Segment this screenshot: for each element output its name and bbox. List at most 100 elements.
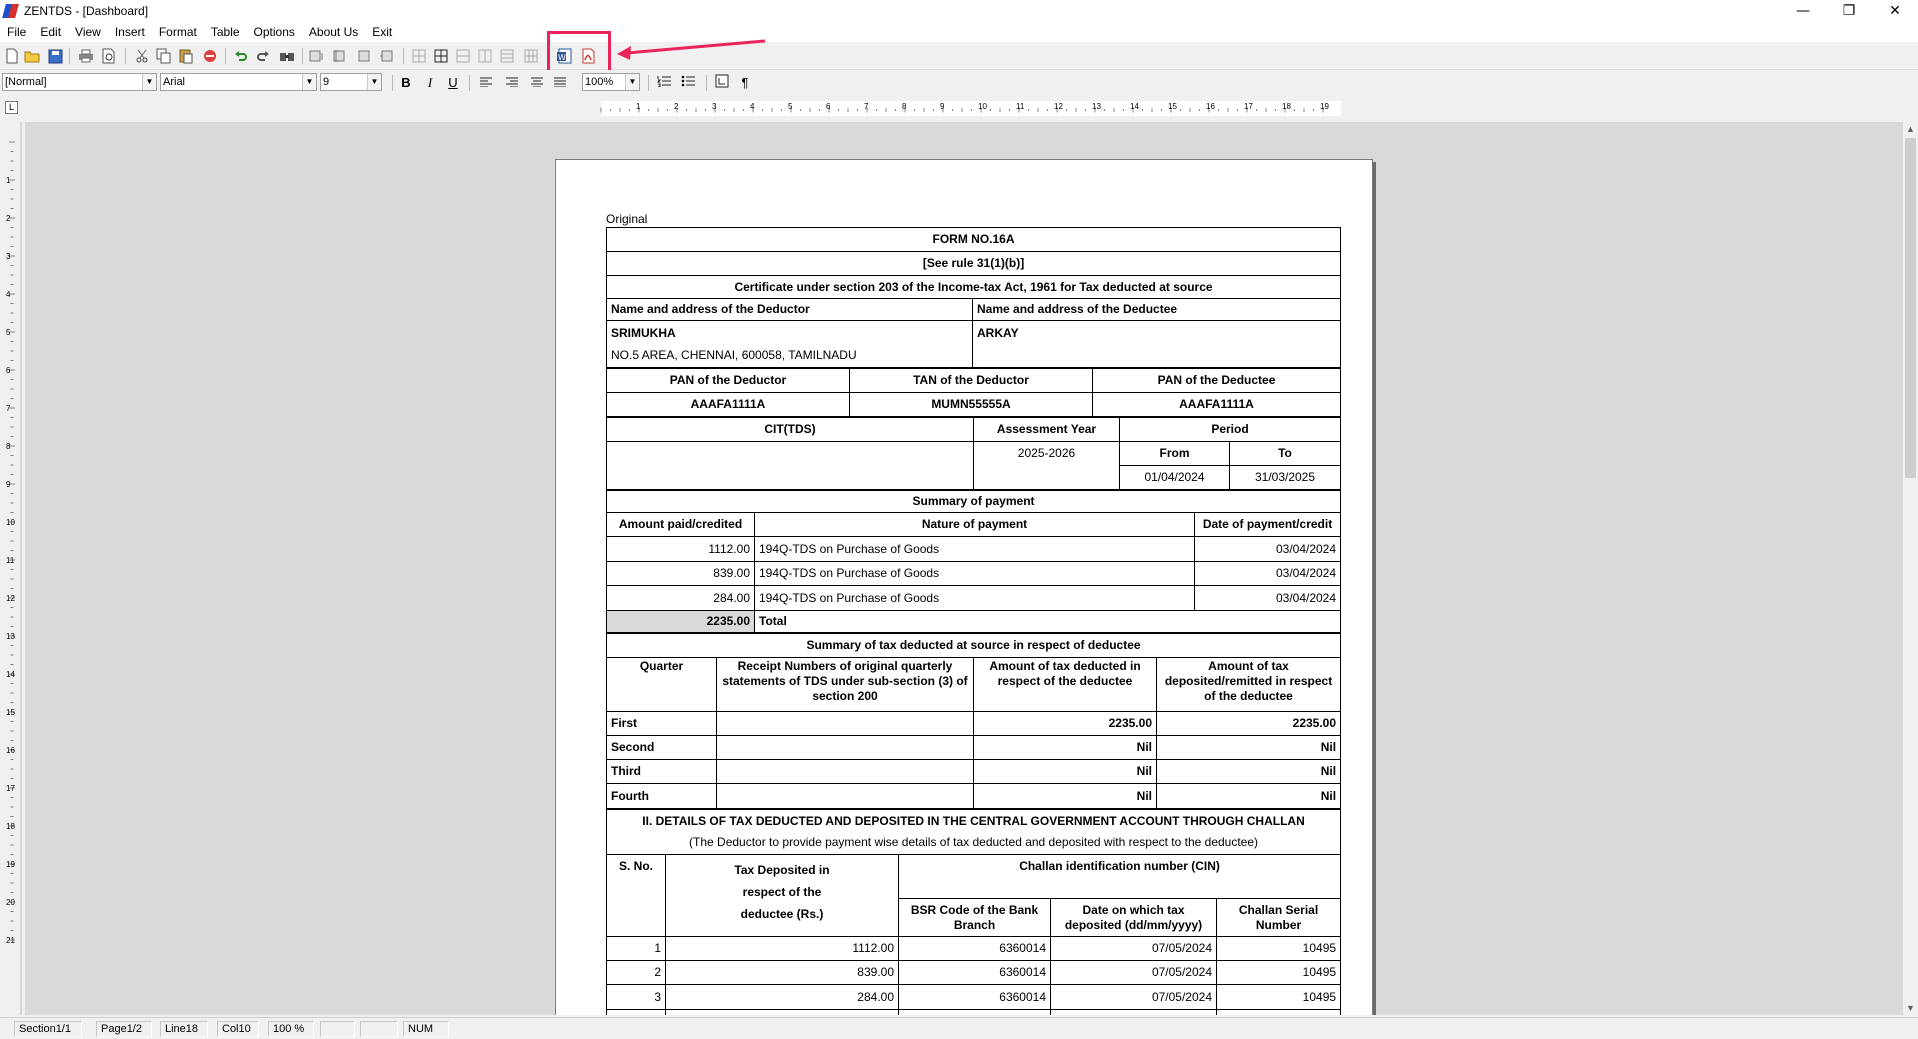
assessment-year-value[interactable]: 2025-2026: [973, 441, 1120, 490]
table-row[interactable]: 1112.00 194Q-TDS on Purchase of Goods 03…: [606, 536, 1342, 562]
scroll-down-icon[interactable]: ▼: [1903, 1001, 1918, 1015]
table-borders-icon[interactable]: [432, 47, 450, 65]
table-row[interactable]: 3 284.00 6360014 07/05/2024 10495: [606, 984, 1342, 1010]
pan-tan-table: PAN of the Deductor TAN of the Deductor …: [606, 368, 1341, 417]
challan-title: II. DETAILS OF TAX DEDUCTED AND DEPOSITE…: [642, 814, 1305, 828]
style-select[interactable]: [Normal] ▼: [2, 73, 157, 91]
ruler-label: 10: [6, 518, 15, 527]
undo-icon[interactable]: [232, 47, 250, 65]
tax-deposited-respect-header: Tax Deposited in respect of the deductee (…: [665, 854, 899, 937]
insert-table-icon[interactable]: [410, 47, 428, 65]
split-cells-icon[interactable]: [476, 47, 494, 65]
total-label: Total: [753, 610, 1342, 633]
zoom-select[interactable]: 100% ▼: [582, 73, 640, 91]
numbered-list-icon[interactable]: [654, 74, 674, 92]
pan-deductee-value[interactable]: AAAFA1111A: [1092, 392, 1341, 417]
justify-icon[interactable]: [550, 74, 570, 92]
horizontal-ruler-scale[interactable]: 1 2 3 4 5 6 7 8 9 10 11 12 13 14 15 16 17 18 19: [556, 100, 1370, 117]
serial-no-header: S. No.: [606, 854, 666, 937]
bullet-list-icon[interactable]: [678, 74, 698, 92]
minimize-button[interactable]: —: [1780, 0, 1826, 22]
table-row[interactable]: Third Nil Nil: [606, 759, 1342, 784]
ruler-label: 12: [1054, 102, 1063, 111]
table-row[interactable]: First 2235.00 2235.00: [606, 711, 1342, 736]
insert-row-icon[interactable]: [498, 47, 516, 65]
status-page: Page1/2: [96, 1021, 152, 1037]
cut-icon[interactable]: [133, 47, 151, 65]
table-tool-2-icon[interactable]: [332, 47, 350, 65]
align-center-icon[interactable]: [527, 74, 547, 92]
underline-button[interactable]: U: [443, 74, 463, 92]
table-row[interactable]: Fourth Nil Nil: [606, 783, 1342, 809]
merge-cells-icon[interactable]: [454, 47, 472, 65]
amount-paid-header: Amount paid/credited: [606, 512, 755, 537]
menu-file[interactable]: File: [0, 22, 33, 42]
table-row[interactable]: 284.00 194Q-TDS on Purchase of Goods 03/…: [606, 585, 1342, 611]
chevron-down-icon: ▼: [142, 74, 156, 90]
align-left-icon[interactable]: [476, 74, 496, 92]
ruler-label: 13: [6, 632, 15, 641]
ruler-label: 17: [6, 784, 15, 793]
print-preview-icon[interactable]: [100, 47, 118, 65]
table-tool-1-icon[interactable]: [308, 47, 326, 65]
vertical-scrollbar[interactable]: ▲ ▼: [1903, 122, 1918, 1015]
table-row[interactable]: 1 1112.00 6360014 07/05/2024 10495: [606, 936, 1342, 961]
ruler-label: 3: [712, 102, 717, 111]
status-num-lock: NUM: [403, 1021, 449, 1037]
table-row[interactable]: 839.00 194Q-TDS on Purchase of Goods 03/…: [606, 561, 1342, 586]
open-folder-icon[interactable]: [23, 47, 41, 65]
ruler-label: 9: [940, 102, 945, 111]
deductor-details[interactable]: SRIMUKHA NO.5 AREA, CHENNAI, 600058, TAMI…: [606, 320, 973, 368]
align-right-icon[interactable]: [502, 74, 522, 92]
document-page[interactable]: Original FORM NO.16A [See rule 31(1)(b)]…: [555, 159, 1373, 1015]
cit-value[interactable]: [606, 441, 974, 490]
restore-button[interactable]: ❐: [1826, 0, 1872, 22]
font-size-select[interactable]: 9 ▼: [320, 73, 382, 91]
document-canvas[interactable]: Original FORM NO.16A [See rule 31(1)(b)]…: [25, 122, 1903, 1015]
table-tool-3-icon[interactable]: [355, 47, 373, 65]
scroll-up-icon[interactable]: ▲: [1903, 122, 1918, 136]
table-row[interactable]: Second Nil Nil: [606, 735, 1342, 760]
period-from-value[interactable]: 01/04/2024: [1119, 465, 1230, 490]
period-from-header: From: [1119, 441, 1230, 466]
show-formatting-button[interactable]: ¶: [735, 74, 755, 92]
find-icon[interactable]: [278, 47, 296, 65]
quarter-receipt: [716, 759, 974, 784]
tan-deductor-value[interactable]: MUMN55555A: [849, 392, 1093, 417]
menu-format[interactable]: Format: [152, 22, 204, 42]
menu-edit[interactable]: Edit: [33, 22, 68, 42]
menu-exit[interactable]: Exit: [365, 22, 399, 42]
quarter-name: Second: [606, 735, 717, 760]
tab-stop-selector[interactable]: L: [5, 101, 18, 114]
scrollbar-thumb[interactable]: [1905, 138, 1916, 478]
period-to-value[interactable]: 31/03/2025: [1229, 465, 1341, 490]
menu-options[interactable]: Options: [247, 22, 302, 42]
menu-table[interactable]: Table: [204, 22, 247, 42]
ruler-label: 6: [6, 366, 11, 375]
deductee-name[interactable]: ARKAY: [971, 320, 1342, 368]
save-icon[interactable]: [46, 47, 64, 65]
stop-icon[interactable]: [201, 47, 219, 65]
ruler-label: 13: [1092, 102, 1101, 111]
print-icon[interactable]: [77, 47, 95, 65]
challan-serial: 10495: [1215, 936, 1342, 961]
bold-button[interactable]: B: [396, 74, 416, 92]
table-tool-4-icon[interactable]: [378, 47, 396, 65]
redo-icon[interactable]: [254, 47, 272, 65]
close-button[interactable]: ✕: [1872, 0, 1918, 22]
new-document-icon[interactable]: [3, 47, 21, 65]
page-layout-icon[interactable]: [712, 74, 732, 92]
font-select[interactable]: Arial ▼: [160, 73, 317, 91]
menu-about-us[interactable]: About Us: [302, 22, 365, 42]
delete-row-icon[interactable]: [522, 47, 540, 65]
pan-deductor-value[interactable]: AAAFA1111A: [606, 392, 850, 417]
table-row[interactable]: 2 839.00 6360014 07/05/2024 10495: [606, 960, 1342, 985]
menu-insert[interactable]: Insert: [108, 22, 152, 42]
copy-icon[interactable]: [155, 47, 173, 65]
vertical-ruler: 123456789101112131415161718192021: [0, 122, 22, 1015]
italic-button[interactable]: I: [420, 74, 440, 92]
paste-icon[interactable]: [177, 47, 195, 65]
menu-view[interactable]: View: [68, 22, 108, 42]
ruler-label: 16: [6, 746, 15, 755]
tax-deposited-header: Amount of tax deposited/remitted in resp…: [1155, 657, 1342, 712]
